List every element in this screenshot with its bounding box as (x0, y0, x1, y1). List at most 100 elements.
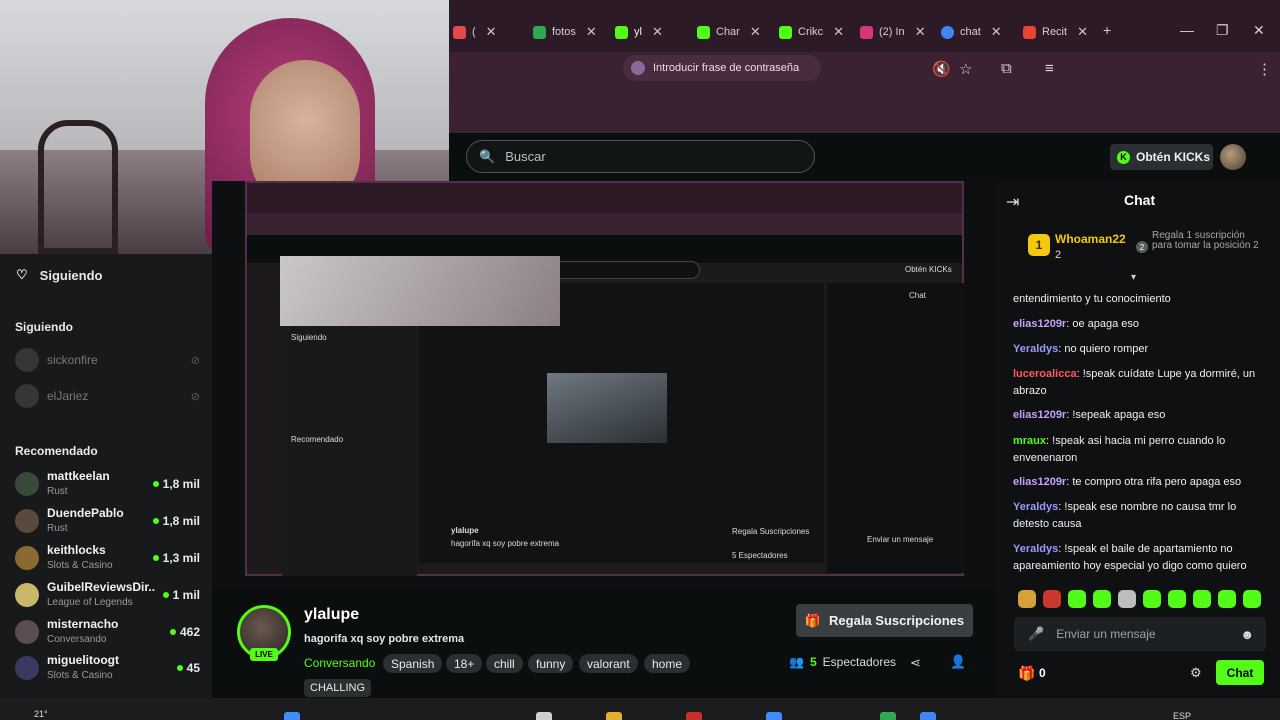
channel-text: mattkeelan Rust (47, 469, 145, 499)
tab-2[interactable]: fotos ✕ (533, 20, 597, 44)
emote[interactable] (1218, 590, 1236, 608)
captured-address-bar (247, 213, 962, 235)
tag-spanish[interactable]: Spanish (383, 654, 443, 673)
pinned-gifter-name[interactable]: Whoaman22 (1055, 232, 1126, 246)
viewer-count: 1,3 mil (152, 551, 200, 565)
emoji-icon[interactable]: ☻ (1240, 627, 1254, 642)
window-close-icon[interactable]: ✕ (1253, 22, 1265, 39)
tag-home[interactable]: home (644, 654, 691, 673)
sidebar-item-eljariez[interactable]: elJariez ⊘ (15, 384, 200, 408)
chat-send-button[interactable]: Chat (1216, 660, 1264, 685)
tag-challing[interactable]: CHALLING (304, 679, 372, 697)
sidebar-item-channel[interactable]: miguelitoogt Slots & Casino 45 (15, 651, 200, 685)
search-input[interactable]: 🔍 Buscar (466, 140, 815, 173)
channel-name: GuibelReviewsDir... (47, 580, 155, 594)
emote[interactable] (1143, 590, 1161, 608)
chat-username[interactable]: Yeraldys (1013, 343, 1058, 355)
streamer-name[interactable]: ylalupe (304, 606, 359, 624)
chrome-icon[interactable] (920, 712, 936, 720)
extensions-icon[interactable]: ⧉ (1001, 60, 1012, 77)
sidebar-following-header[interactable]: ♡ Siguiendo (16, 267, 103, 283)
tag-chill[interactable]: chill (486, 654, 523, 673)
expand-pinned-icon[interactable]: ▾ (1131, 272, 1136, 283)
emote[interactable] (1193, 590, 1211, 608)
user-avatar[interactable] (1220, 144, 1246, 170)
star-icon[interactable]: ☆ (959, 60, 972, 78)
taskbar-app-icon[interactable] (766, 712, 782, 720)
microphone-icon[interactable]: 🎤 (1028, 626, 1044, 642)
emote[interactable] (1168, 590, 1186, 608)
tab-6[interactable]: (2) In ✕ (860, 20, 926, 44)
share-icon[interactable]: ⋖ (910, 655, 921, 671)
chat-username[interactable]: Yeraldys (1013, 543, 1058, 555)
tab-label: Char (716, 26, 740, 38)
emote[interactable] (1043, 590, 1061, 608)
tab-5[interactable]: Crikc ✕ (779, 20, 844, 44)
captured-stream-name: ylalupe (451, 526, 479, 535)
close-icon[interactable]: ✕ (991, 24, 1002, 40)
maximize-icon[interactable]: ❐ (1216, 22, 1229, 39)
close-icon[interactable]: ✕ (1077, 24, 1088, 40)
sidebar-item-sickonfire[interactable]: sickonfire ⊘ (15, 348, 200, 372)
channel-name: misternacho (47, 617, 119, 631)
emote[interactable] (1093, 590, 1111, 608)
close-icon[interactable]: ✕ (486, 24, 497, 40)
sidebar-item-channel[interactable]: misternacho Conversando 462 (15, 615, 200, 649)
chat-username[interactable]: mraux (1013, 435, 1046, 447)
gift-subs-button[interactable]: 🎁 Regala Suscripciones (796, 604, 973, 637)
chat-username[interactable]: elias1209r (1013, 318, 1066, 330)
password-prompt[interactable]: Introducir frase de contraseña (623, 55, 821, 81)
follow-icon[interactable]: 👤 (950, 654, 966, 670)
close-icon[interactable]: ✕ (586, 24, 597, 40)
tag-funny[interactable]: funny (528, 654, 574, 673)
kicks-gift-icon[interactable]: 🎁 (1018, 665, 1035, 682)
viewer-count: 👥 5 Espectadores (789, 655, 896, 669)
close-icon[interactable]: ✕ (915, 24, 926, 40)
tab-3[interactable]: yl ✕ (615, 20, 663, 44)
minimize-icon[interactable]: — (1180, 22, 1194, 38)
mute-icon[interactable]: 🔇 (932, 60, 951, 78)
media-icon[interactable]: ≡ (1045, 60, 1054, 77)
sidebar-item-channel[interactable]: keithlocks Slots & Casino 1,3 mil (15, 541, 200, 575)
emote[interactable] (1018, 590, 1036, 608)
taskbar-app-icon[interactable] (536, 712, 552, 720)
folder-icon[interactable] (606, 712, 622, 720)
new-tab-icon[interactable]: + (1103, 22, 1111, 38)
gear-icon[interactable]: ⚙ (1190, 665, 1202, 681)
tab-7[interactable]: chat ✕ (941, 20, 1002, 44)
close-icon[interactable]: ✕ (652, 24, 663, 40)
chat-message-input[interactable]: 🎤 Enviar un mensaje ☻ (1014, 617, 1266, 651)
language-indicator[interactable]: ESP (1173, 711, 1191, 720)
emote[interactable] (1068, 590, 1086, 608)
pinned-description: Regala 1 suscripción para tomar la posic… (1152, 230, 1259, 251)
kick-icon (779, 25, 792, 39)
emote[interactable] (1118, 590, 1136, 608)
google-icon (941, 25, 954, 39)
captured-webcam (280, 256, 560, 326)
tag-valorant[interactable]: valorant (579, 654, 638, 673)
chat-username[interactable]: Yeraldys (1013, 501, 1058, 513)
tab-4[interactable]: Char ✕ (697, 20, 761, 44)
chat-username[interactable]: elias1209r (1013, 409, 1066, 421)
tab-8[interactable]: Recit ✕ (1023, 20, 1088, 44)
sidebar-item-channel[interactable]: GuibelReviewsDir... League of Legends 1 mi… (15, 578, 200, 612)
menu-icon[interactable]: ⋮ (1257, 60, 1272, 78)
sidebar-item-channel[interactable]: mattkeelan Rust 1,8 mil (15, 467, 200, 501)
close-icon[interactable]: ✕ (833, 24, 844, 40)
emote[interactable] (1243, 590, 1261, 608)
start-icon[interactable] (284, 712, 300, 720)
chat-username[interactable]: luceroalicca (1013, 368, 1077, 380)
sidebar-item-channel[interactable]: DuendePablo Rust 1,8 mil (15, 504, 200, 538)
get-kicks-button[interactable]: K Obtén KICKs (1110, 144, 1213, 170)
collapse-chat-icon[interactable]: ⇥ (1006, 192, 1019, 212)
whatsapp-icon[interactable] (880, 712, 896, 720)
chat-username[interactable]: elias1209r (1013, 476, 1066, 488)
channel-category: Conversando (47, 634, 107, 645)
password-prompt-label: Introducir frase de contraseña (653, 62, 800, 74)
weather-temperature[interactable]: 21° (34, 709, 48, 719)
stream-category[interactable]: Conversando (304, 656, 375, 670)
tab-1[interactable]: (✕ (453, 20, 497, 44)
close-icon[interactable]: ✕ (750, 24, 761, 40)
tag-18plus[interactable]: 18+ (446, 654, 483, 673)
taskbar-app-icon[interactable] (686, 712, 702, 720)
